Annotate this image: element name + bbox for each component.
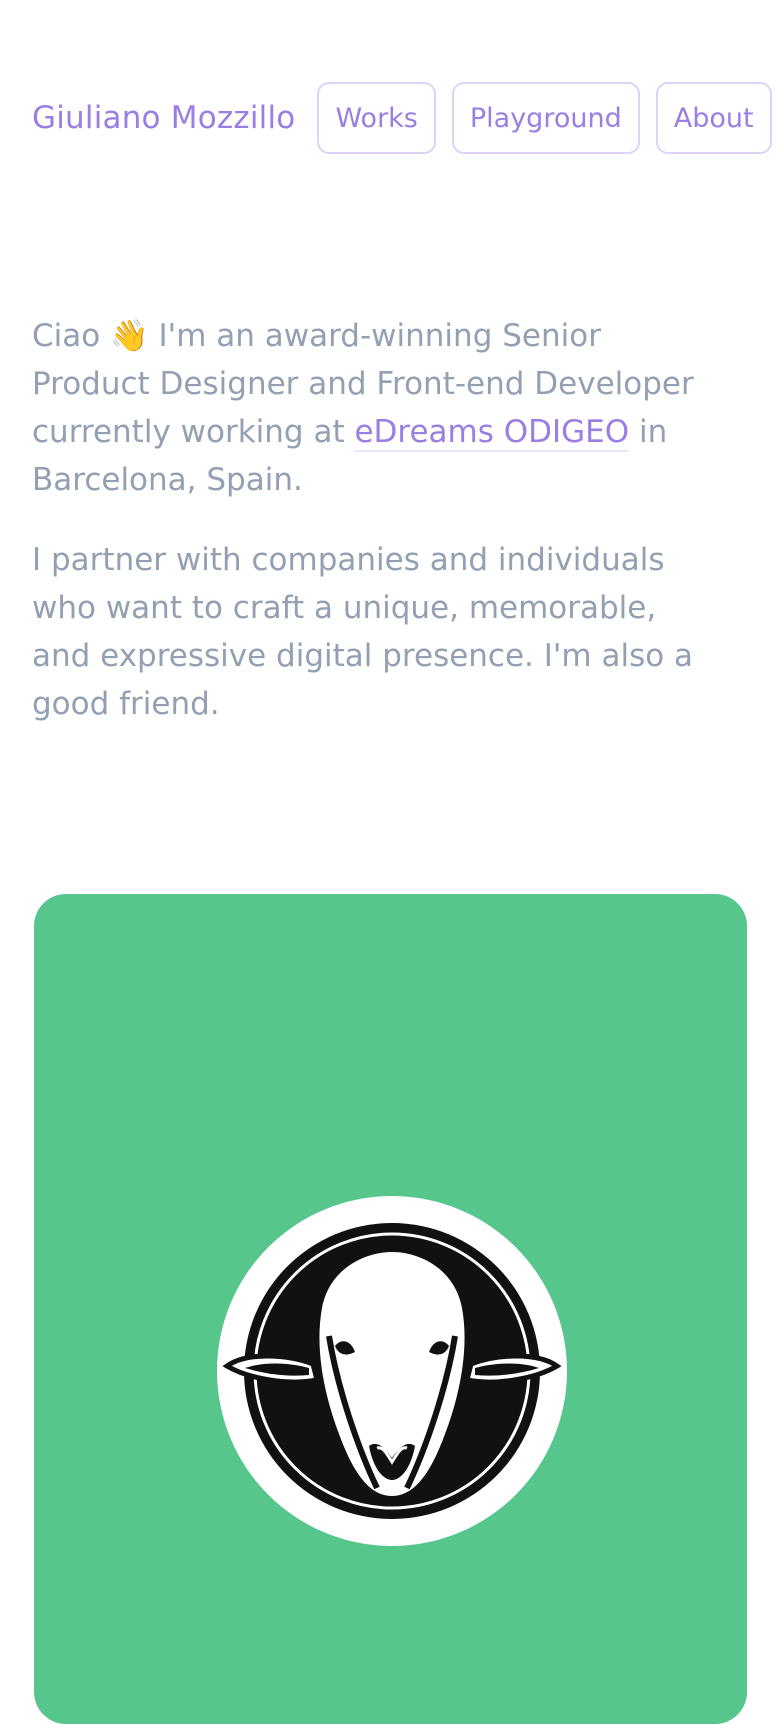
sheep-logo-icon: [217, 1196, 567, 1546]
site-name-link[interactable]: Giuliano Mozzillo: [32, 100, 295, 136]
intro-paragraph-2: I partner with companies and individuals…: [32, 542, 694, 722]
nav-works-button[interactable]: Works: [317, 82, 436, 154]
nav-about-button[interactable]: About: [655, 82, 772, 154]
intro-greeting: Ciao: [32, 318, 111, 354]
project-card[interactable]: [34, 894, 747, 1724]
wave-emoji-icon: 👋: [110, 318, 149, 354]
intro-section: Ciao 👋 I'm an award-winning Senior Produ…: [32, 312, 722, 728]
intro-paragraph-1: Ciao 👋 I'm an award-winning Senior Produ…: [32, 312, 722, 504]
company-link[interactable]: eDreams ODIGEO: [354, 414, 630, 452]
nav-playground-button[interactable]: Playground: [451, 82, 640, 154]
main-nav: Works Playground About: [317, 82, 772, 154]
site-header: Giuliano Mozzillo Works Playground About: [32, 80, 772, 156]
